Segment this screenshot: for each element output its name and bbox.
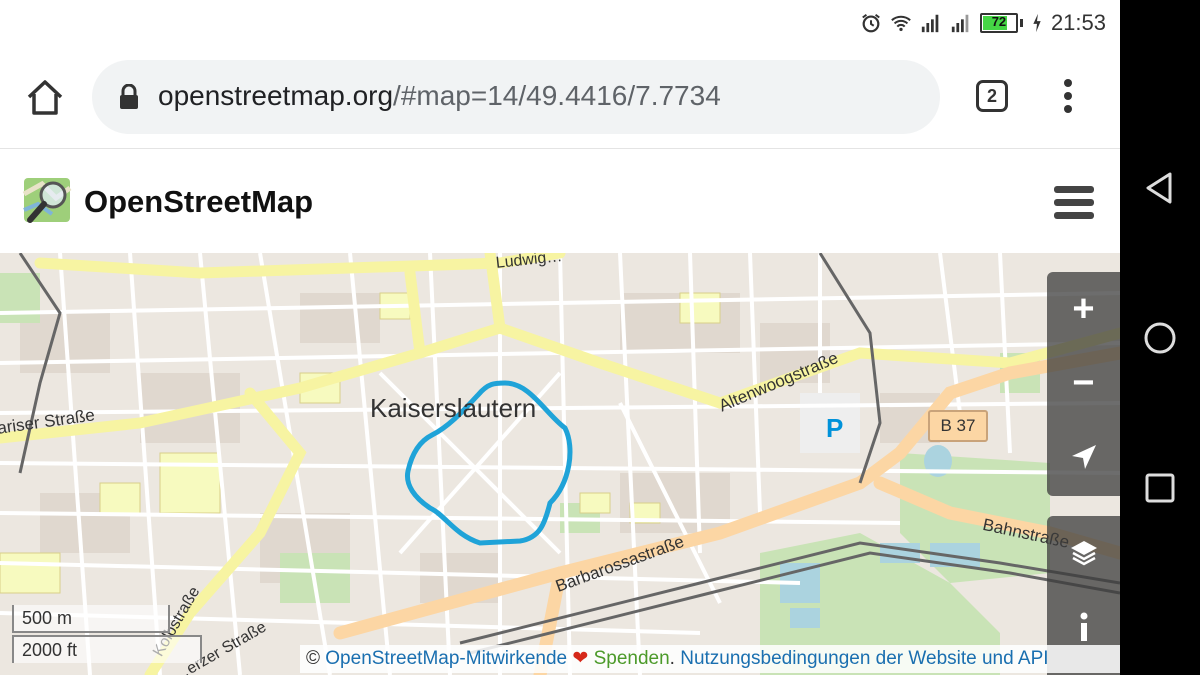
- map-view[interactable]: Kaiserslautern ariser Straße Altenwoogst…: [0, 253, 1120, 675]
- address-bar[interactable]: openstreetmap.org/#map=14/49.4416/7.7734: [92, 60, 940, 134]
- attribution-period: .: [669, 648, 675, 669]
- copyright-symbol: ©: [306, 648, 320, 669]
- more-options-icon[interactable]: [1060, 78, 1076, 114]
- layers-icon: [1070, 541, 1097, 566]
- heart-icon: ❤: [572, 648, 589, 669]
- url-path: /#map=14/49.4416/7.7734: [393, 80, 721, 111]
- system-navigation-bar: [1120, 0, 1200, 675]
- parking-icon: P: [826, 413, 844, 443]
- tab-switcher-button[interactable]: 2: [976, 80, 1008, 112]
- zoom-out-button[interactable]: −: [1047, 346, 1120, 420]
- location-arrow-icon: [1071, 445, 1096, 469]
- battery-icon: 72: [979, 13, 1023, 33]
- map-controls: + −: [1047, 272, 1120, 496]
- recents-icon[interactable]: [1140, 468, 1180, 508]
- signal-icon: [921, 14, 939, 33]
- home-nav-icon[interactable]: [1140, 318, 1180, 358]
- charging-icon: [1033, 13, 1041, 33]
- scale-imperial: 2000 ft: [12, 635, 202, 663]
- menu-icon[interactable]: [1054, 186, 1094, 222]
- back-icon[interactable]: [1140, 168, 1180, 208]
- status-icons: 72 21:53: [860, 8, 1106, 38]
- donate-link[interactable]: Spenden: [594, 648, 670, 669]
- home-icon[interactable]: [24, 77, 66, 119]
- scale-bar: 500 m 2000 ft: [12, 605, 202, 667]
- show-location-button[interactable]: [1047, 420, 1120, 494]
- site-title[interactable]: OpenStreetMap: [84, 184, 313, 220]
- road-shield: B 37: [928, 410, 988, 442]
- battery-level: 72: [991, 14, 1007, 29]
- city-label: Kaiserslautern: [370, 393, 537, 423]
- zoom-in-button[interactable]: +: [1047, 272, 1120, 346]
- scale-metric: 500 m: [12, 605, 170, 633]
- plus-icon: +: [1072, 287, 1095, 330]
- site-header: OpenStreetMap: [0, 150, 1120, 254]
- signal-icon: [951, 14, 969, 33]
- layers-button[interactable]: [1047, 516, 1120, 590]
- contributors-link[interactable]: OpenStreetMap-Mitwirkende: [325, 648, 567, 669]
- terms-link[interactable]: Nutzungsbedingungen der Website und API: [680, 648, 1048, 669]
- wifi-icon: [891, 15, 911, 32]
- attribution: © OpenStreetMap-Mitwirkende ❤ Spenden. N…: [300, 645, 1120, 673]
- clock: 21:53: [1050, 10, 1106, 35]
- url-text[interactable]: openstreetmap.org/#map=14/49.4416/7.7734: [158, 80, 721, 112]
- status-bar: 72 21:53: [0, 0, 1120, 46]
- info-icon: [1080, 612, 1087, 641]
- alarm-icon: [862, 13, 880, 33]
- osm-logo-icon[interactable]: [22, 174, 74, 226]
- browser-toolbar: openstreetmap.org/#map=14/49.4416/7.7734…: [0, 46, 1120, 149]
- url-host: openstreetmap.org: [158, 80, 394, 111]
- minus-icon: −: [1072, 361, 1095, 404]
- lock-icon: [120, 84, 138, 109]
